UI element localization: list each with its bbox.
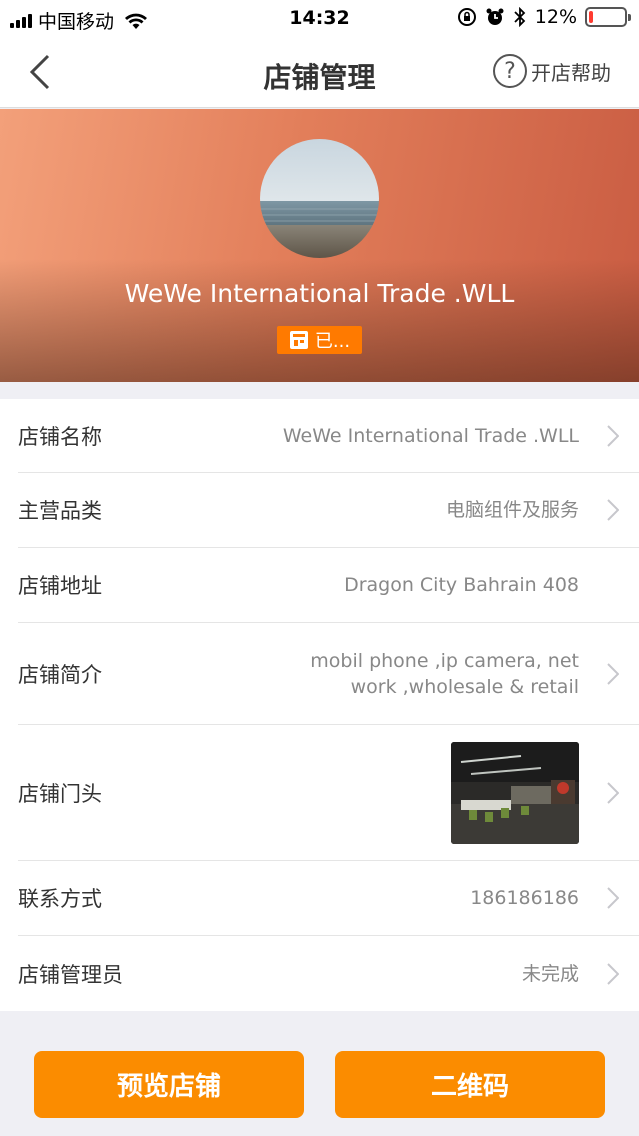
row-main-category[interactable]: 主营品类 电脑组件及服务 <box>18 473 639 548</box>
chevron-right-icon <box>607 499 619 521</box>
shop-info-list: 店铺名称 WeWe International Trade .WLL 主营品类 … <box>0 399 639 1011</box>
qrcode-button[interactable]: 二维码 <box>335 1051 605 1118</box>
chevron-right-icon <box>607 424 619 447</box>
row-shop-admin[interactable]: 店铺管理员 未完成 <box>18 936 639 1011</box>
chevron-right-icon <box>607 887 619 909</box>
row-value: 未完成 <box>521 962 579 985</box>
row-contact[interactable]: 联系方式 186186186 <box>18 861 639 936</box>
sea-photo-image <box>260 139 379 258</box>
shop-header-banner: WeWe International Trade .WLL 已... <box>0 109 639 382</box>
row-label: 店铺名称 <box>18 424 102 449</box>
help-label: 开店帮助 <box>531 60 611 85</box>
battery-icon <box>585 7 631 27</box>
row-value-line: mobil phone ,ip camera, net <box>310 649 579 672</box>
row-value: 电脑组件及服务 <box>445 499 579 521</box>
battery-percent: 12% <box>534 6 577 28</box>
row-label: 店铺门头 <box>18 781 102 806</box>
row-value: Dragon City Bahrain 408 <box>344 574 579 596</box>
preview-shop-button[interactable]: 预览店铺 <box>34 1051 304 1118</box>
row-value-line: work ,wholesale & retail <box>350 675 579 698</box>
row-label: 店铺简介 <box>18 662 102 687</box>
chevron-right-icon <box>607 781 619 804</box>
row-shop-name[interactable]: 店铺名称 WeWe International Trade .WLL <box>18 399 639 473</box>
store-icon <box>289 331 308 349</box>
row-value: WeWe International Trade .WLL <box>282 424 579 447</box>
storefront-photo[interactable] <box>451 741 579 844</box>
navigation-bar: 店铺管理 ? 开店帮助 <box>0 36 639 108</box>
status-right: 12% <box>457 6 631 28</box>
row-label: 店铺地址 <box>18 574 102 598</box>
status-bar: 中国移动 14:32 12% <box>0 0 639 36</box>
shop-name: WeWe International Trade .WLL <box>124 279 515 308</box>
shop-status-label: 已... <box>314 331 351 352</box>
shop-avatar[interactable] <box>260 139 379 258</box>
office-photo-image <box>451 741 579 844</box>
row-storefront-photo[interactable]: 店铺门头 <box>18 725 639 861</box>
bottom-action-bar: 预览店铺 二维码 <box>0 1028 639 1136</box>
shop-status-badge: 已... <box>277 326 362 354</box>
question-icon: ? <box>493 54 527 88</box>
row-label: 主营品类 <box>18 499 102 523</box>
row-shop-address[interactable]: 店铺地址 Dragon City Bahrain 408 <box>18 548 639 623</box>
row-value: mobil phone ,ip camera, net work ,wholes… <box>310 648 579 700</box>
orientation-lock-icon <box>457 8 476 26</box>
row-value: 186186186 <box>470 887 579 909</box>
help-button[interactable]: ? 开店帮助 <box>493 54 611 88</box>
chevron-right-icon <box>607 962 619 985</box>
row-label: 联系方式 <box>18 887 102 911</box>
battery-level-fill <box>589 11 594 23</box>
row-shop-intro[interactable]: 店铺简介 mobil phone ,ip camera, net work ,w… <box>18 623 639 725</box>
chevron-right-icon <box>607 662 619 685</box>
bluetooth-icon <box>514 7 526 27</box>
alarm-icon <box>486 8 504 25</box>
row-label: 店铺管理员 <box>18 962 123 987</box>
